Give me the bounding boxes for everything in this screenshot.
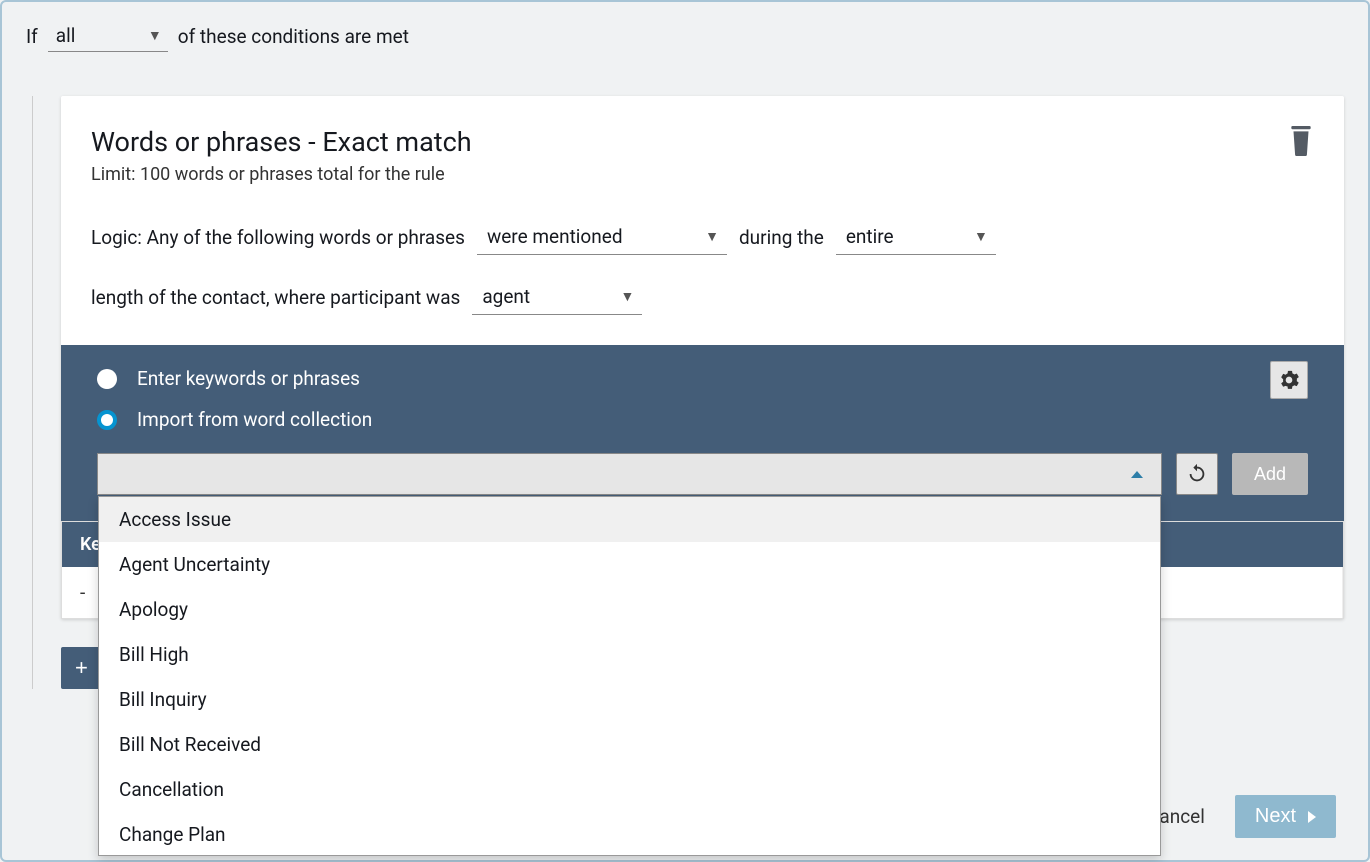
radio-import-label: Import from word collection — [137, 408, 372, 431]
next-button[interactable]: Next — [1235, 795, 1336, 838]
chevron-down-icon: ▼ — [148, 27, 162, 44]
settings-button[interactable] — [1270, 361, 1308, 399]
dropdown-item[interactable]: Change Plan — [99, 812, 1160, 856]
quantifier-select[interactable]: all ▼ — [48, 20, 168, 52]
chevron-up-icon — [1131, 471, 1143, 478]
chevron-right-icon — [1308, 811, 1316, 823]
radio-manual-label: Enter keywords or phrases — [137, 367, 360, 390]
chevron-down-icon: ▼ — [620, 288, 634, 305]
radio-manual[interactable] — [97, 369, 117, 389]
quantifier-value: all — [56, 24, 76, 47]
collection-dropdown-list[interactable]: Access IssueAgent UncertaintyApologyBill… — [98, 496, 1161, 856]
card-subtitle: Limit: 100 words or phrases total for th… — [91, 164, 472, 185]
mention-value: were mentioned — [487, 225, 623, 248]
logic-row-2: length of the contact, where participant… — [91, 279, 1314, 315]
dropdown-item[interactable]: Cancellation — [99, 767, 1160, 812]
condition-suffix: of these conditions are met — [178, 25, 409, 48]
dropdown-item[interactable]: Access Issue — [99, 497, 1160, 542]
scope-value: entire — [846, 225, 894, 248]
condition-line: If all ▼ of these conditions are met — [26, 20, 1344, 52]
gear-icon — [1279, 370, 1299, 390]
dropdown-item[interactable]: Bill Inquiry — [99, 677, 1160, 722]
plus-icon: + — [75, 657, 88, 679]
chevron-down-icon: ▼ — [705, 228, 719, 245]
participant-value: agent — [482, 285, 530, 308]
chevron-down-icon: ▼ — [974, 228, 988, 245]
logic-line2-prefix: length of the contact, where participant… — [91, 286, 460, 309]
footer-actions: Cancel Next — [1147, 795, 1336, 838]
refresh-icon — [1186, 463, 1208, 485]
radio-import-row[interactable]: Import from word collection — [97, 408, 1308, 431]
dropdown-item[interactable]: Bill Not Received — [99, 722, 1160, 767]
refresh-button[interactable] — [1176, 453, 1218, 495]
radio-import[interactable] — [97, 410, 117, 430]
scope-select[interactable]: entire ▼ — [836, 219, 996, 255]
keyword-panel: Enter keywords or phrases Import from wo… — [61, 345, 1344, 521]
during-text: during the — [739, 226, 824, 249]
logic-row-1: Logic: Any of the following words or phr… — [91, 219, 1314, 255]
trash-icon[interactable] — [1288, 126, 1314, 156]
collection-dropdown[interactable]: Access IssueAgent UncertaintyApologyBill… — [97, 453, 1162, 495]
dropdown-item[interactable]: Agent Uncertainty — [99, 542, 1160, 587]
rule-card: Words or phrases - Exact match Limit: 10… — [61, 96, 1344, 619]
add-button[interactable]: Add — [1232, 453, 1308, 495]
radio-manual-row[interactable]: Enter keywords or phrases — [97, 367, 1308, 390]
mention-select[interactable]: were mentioned ▼ — [477, 219, 727, 255]
if-text: If — [26, 25, 38, 48]
dropdown-item[interactable]: Bill High — [99, 632, 1160, 677]
logic-prefix: Logic: Any of the following words or phr… — [91, 226, 465, 249]
card-title: Words or phrases - Exact match — [91, 126, 472, 158]
next-label: Next — [1255, 805, 1296, 828]
participant-select[interactable]: agent ▼ — [472, 279, 642, 315]
dropdown-item[interactable]: Apology — [99, 587, 1160, 632]
